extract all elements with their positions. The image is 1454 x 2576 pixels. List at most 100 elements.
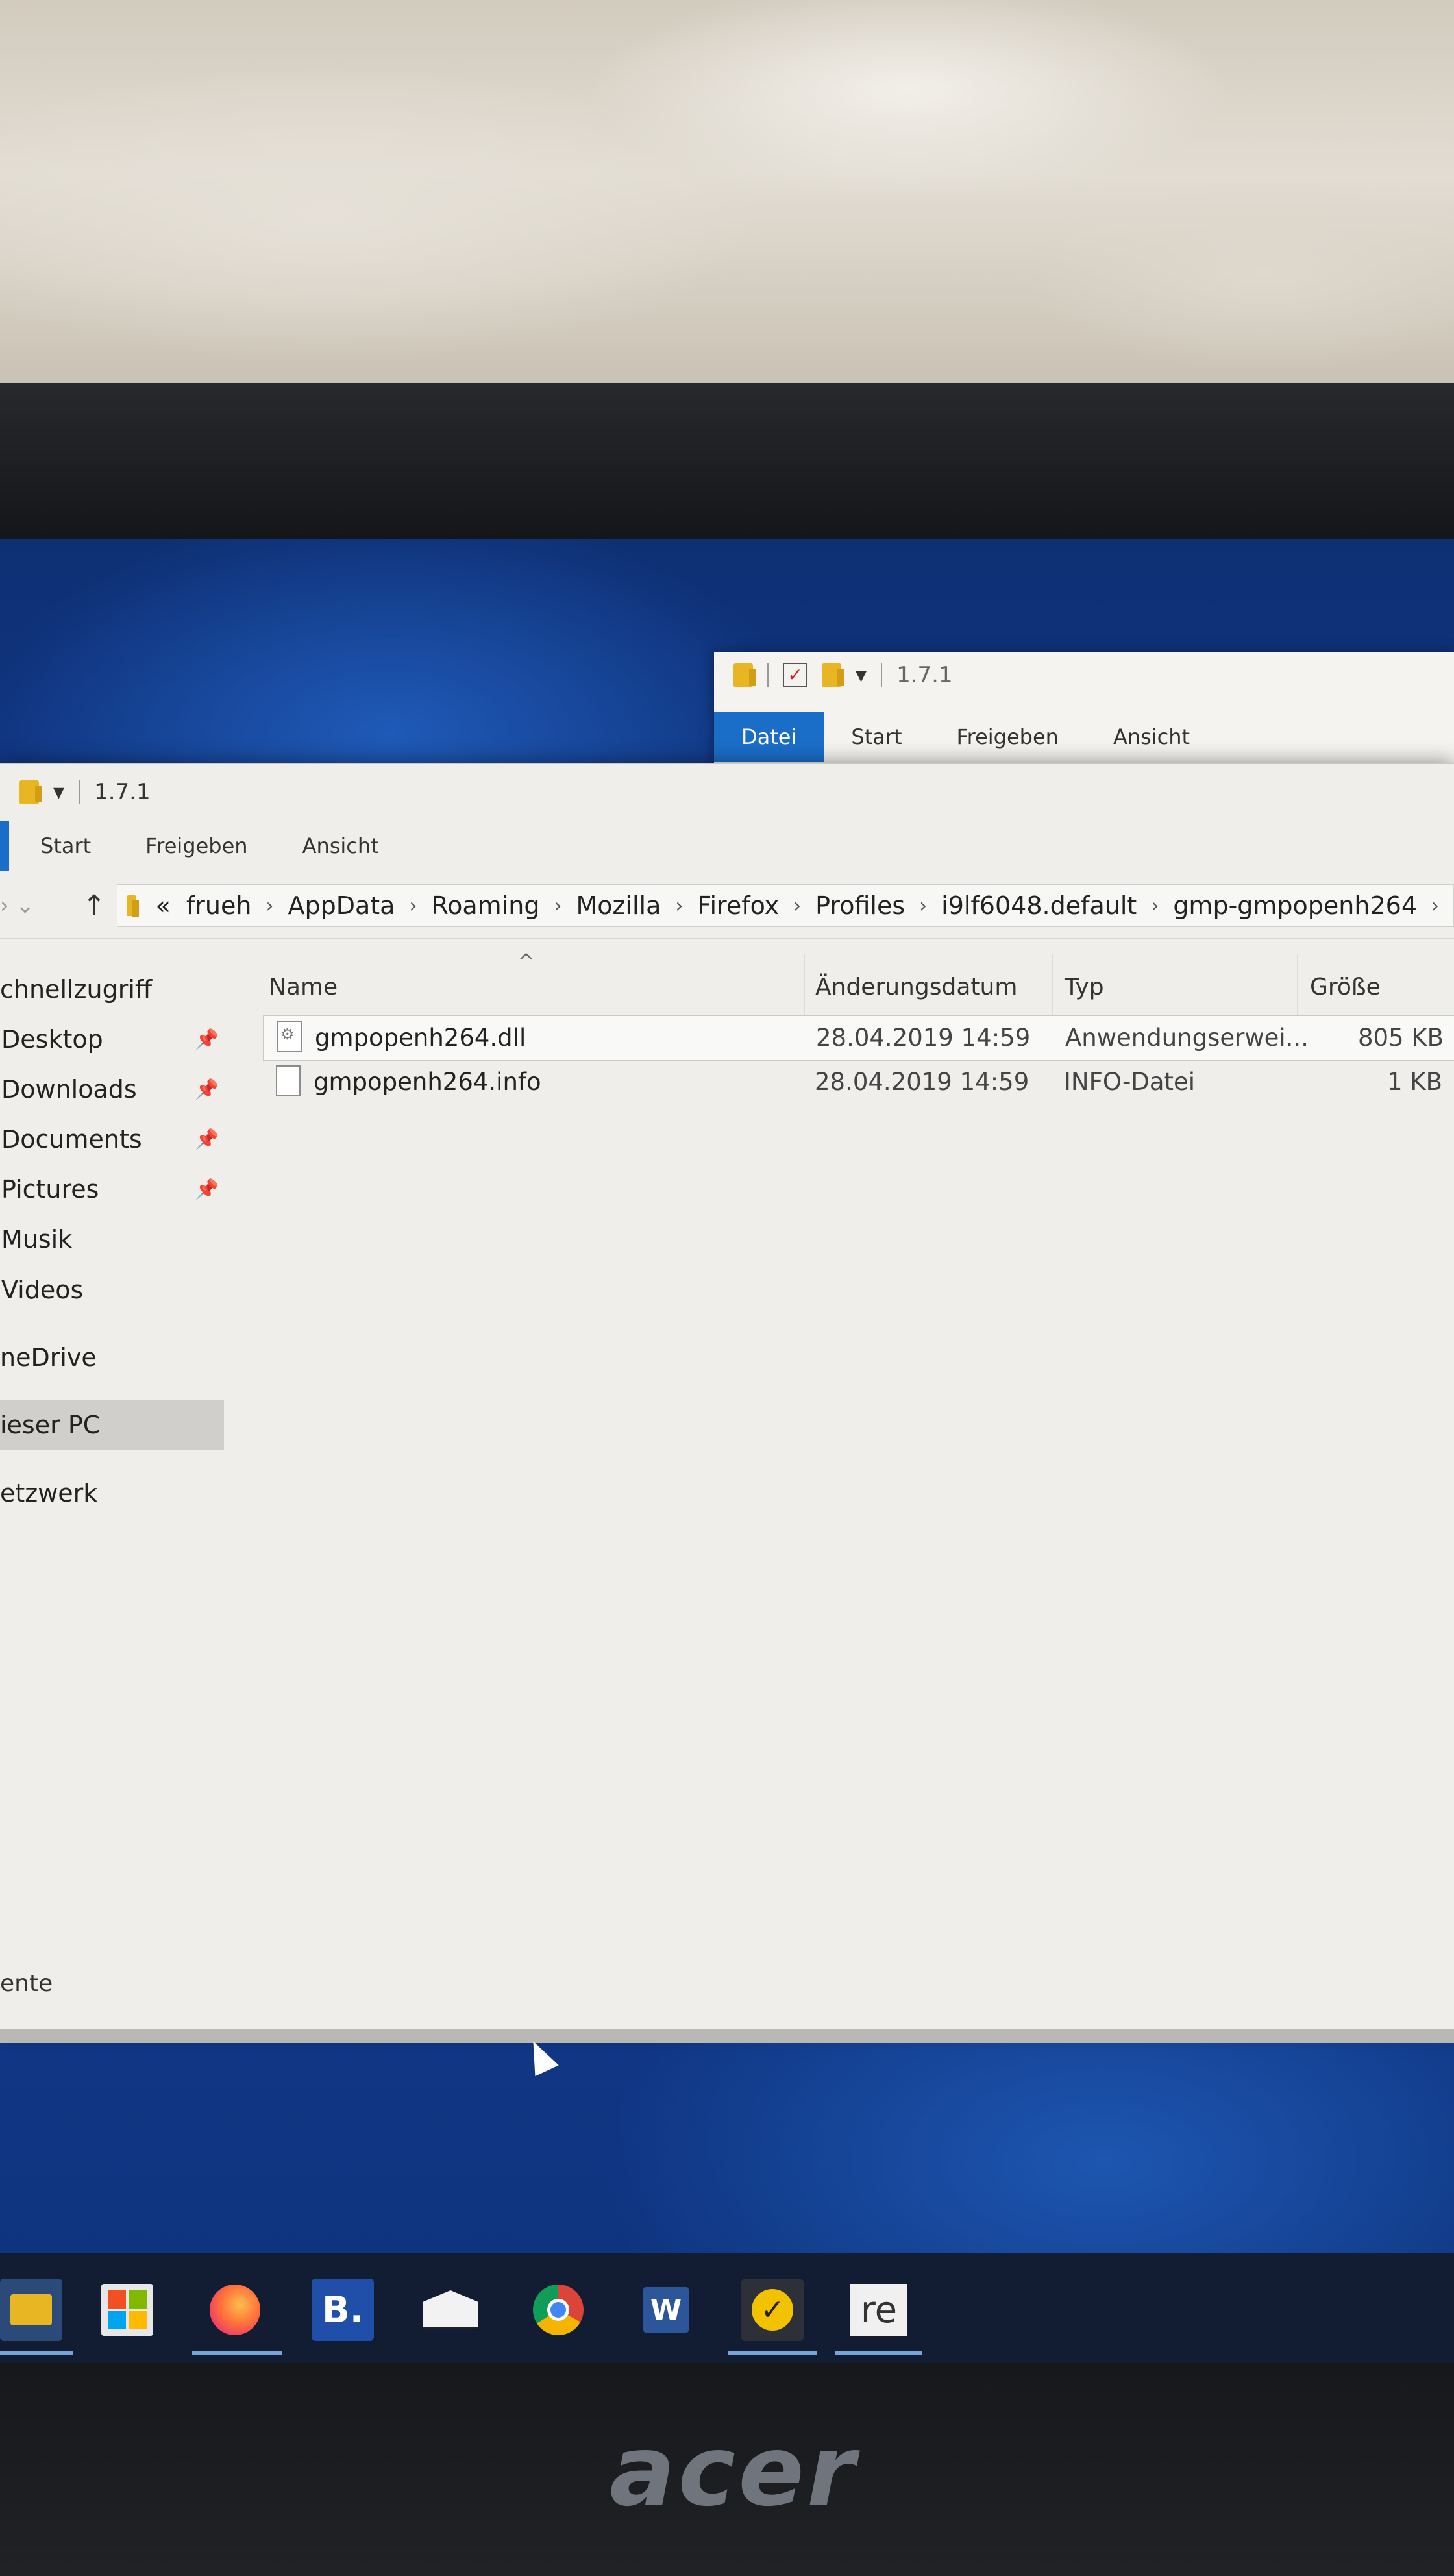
quick-access-toolbar: ▾ 1.7.1 <box>19 769 151 815</box>
norton-icon[interactable]: ✓ <box>741 2279 804 2341</box>
main-explorer-window[interactable]: ▾ 1.7.1 Start Freigeben Ansicht › ⌄ ↑ « … <box>0 763 1454 2043</box>
booking-icon[interactable]: B. <box>312 2279 374 2341</box>
nav-label: Musik <box>1 1225 73 1254</box>
file-name: gmpopenh264.info <box>314 1068 541 1096</box>
nav-label: etzwerk <box>0 1479 98 1507</box>
dropdown-arrow-icon[interactable]: ▾ <box>53 779 64 805</box>
column-divider[interactable] <box>1297 954 1298 1019</box>
nav-network[interactable]: etzwerk <box>0 1468 224 1518</box>
file-name: gmpopenh264.dll <box>315 1024 526 1052</box>
nav-onedrive[interactable]: neDrive <box>0 1333 224 1382</box>
active-indicator <box>0 2351 73 2355</box>
tab-datei[interactable]: Datei <box>714 712 824 762</box>
new-folder-icon[interactable] <box>822 663 844 687</box>
breadcrumb-profile-default[interactable]: i9lf6048.default <box>941 891 1137 920</box>
laptop-bezel-top <box>0 383 1454 858</box>
dll-file-icon <box>277 1021 302 1052</box>
nav-label: Documents <box>1 1125 142 1154</box>
breadcrumb-separator[interactable]: › <box>1417 895 1453 917</box>
generic-file-icon <box>276 1065 301 1096</box>
breadcrumb-roaming[interactable]: Roaming <box>431 891 539 920</box>
address-bar[interactable]: « frueh › AppData › Roaming › Mozilla › … <box>117 884 1454 927</box>
breadcrumb-separator[interactable]: › <box>539 895 576 917</box>
breadcrumb-separator[interactable]: › <box>661 895 697 917</box>
background-fabric <box>0 0 1454 390</box>
nav-videos[interactable]: Videos <box>0 1265 224 1315</box>
column-type[interactable]: Typ <box>1065 974 1104 1000</box>
sort-caret-icon: ^ <box>518 950 535 973</box>
properties-check-icon[interactable]: ✓ <box>783 663 807 687</box>
column-date[interactable]: Änderungsdatum <box>815 974 1017 1000</box>
breadcrumb-gmp-gmpopenh264[interactable]: gmp-gmpopenh264 <box>1173 891 1417 920</box>
nav-desktop[interactable]: Desktop 📌 <box>0 1015 224 1064</box>
address-bar-row: › ⌄ ↑ « frueh › AppData › Roaming › Mozi… <box>0 873 1454 939</box>
mail-icon[interactable] <box>419 2279 482 2341</box>
window-top-border <box>0 763 1454 764</box>
navigation-pane: chnellzugriff Desktop 📌 Downloads 📌 Docume… <box>0 971 224 2022</box>
breadcrumb-separator[interactable]: › <box>779 895 815 917</box>
nav-musik[interactable]: Musik <box>0 1215 224 1264</box>
tab-datei-edge[interactable] <box>0 821 9 871</box>
column-name[interactable]: Name <box>269 974 338 1000</box>
taskbar: B. W ✓ re <box>0 2253 1454 2363</box>
breadcrumb-appdata[interactable]: AppData <box>288 891 395 920</box>
folder-icon <box>733 663 756 687</box>
nav-documents[interactable]: Documents 📌 <box>0 1115 224 1164</box>
quick-access-toolbar: ✓ ▾ 1.7.1 <box>733 652 953 698</box>
column-divider[interactable] <box>1052 954 1053 1019</box>
breadcrumb-overflow[interactable]: « <box>156 891 186 920</box>
file-date: 28.04.2019 14:59 <box>815 1068 1029 1096</box>
file-type: INFO-Datei <box>1064 1068 1196 1096</box>
breadcrumb-mozilla[interactable]: Mozilla <box>576 891 661 920</box>
active-indicator <box>728 2351 817 2355</box>
breadcrumb-separator[interactable]: › <box>395 895 431 917</box>
tab-start[interactable]: Start <box>824 712 929 762</box>
active-indicator <box>192 2351 282 2355</box>
dropdown-arrow-icon[interactable]: ▾ <box>856 662 867 688</box>
acer-logo: acer <box>610 2415 857 2528</box>
back-forward-icon[interactable]: › ⌄ <box>0 893 71 919</box>
back-explorer-window[interactable]: ✓ ▾ 1.7.1 Datei Start Freigeben Ansicht <box>714 652 1454 766</box>
pin-icon[interactable]: 📌 <box>195 1178 219 1201</box>
firefox-icon[interactable] <box>204 2279 266 2341</box>
nav-label: neDrive <box>0 1343 97 1372</box>
breadcrumb-profiles[interactable]: Profiles <box>815 891 905 920</box>
column-size[interactable]: Größe <box>1310 974 1381 1000</box>
nav-this-pc[interactable]: ieser PC <box>0 1400 224 1450</box>
re-icon[interactable]: re <box>848 2279 910 2341</box>
nav-pictures[interactable]: Pictures 📌 <box>0 1165 224 1214</box>
nav-label: Downloads <box>1 1075 137 1104</box>
up-arrow-icon[interactable]: ↑ <box>71 889 117 923</box>
file-explorer-icon[interactable] <box>0 2279 62 2341</box>
tab-start[interactable]: Start <box>13 821 118 871</box>
tab-ansicht[interactable]: Ansicht <box>275 821 406 871</box>
file-row[interactable]: gmpopenh264.info 28.04.2019 14:59 INFO-D… <box>263 1060 1454 1104</box>
separator <box>79 780 80 804</box>
booking-label: B. <box>322 2288 364 2331</box>
nav-downloads[interactable]: Downloads 📌 <box>0 1065 224 1114</box>
pin-icon[interactable]: 📌 <box>195 1128 219 1151</box>
tab-ansicht[interactable]: Ansicht <box>1086 712 1217 762</box>
re-label: re <box>850 2284 907 2336</box>
breadcrumb-frueh[interactable]: frueh <box>186 891 252 920</box>
nav-label: Pictures <box>1 1175 99 1204</box>
ribbon-tabs: Start Freigeben Ansicht <box>13 821 406 871</box>
breadcrumb-separator[interactable]: › <box>1137 895 1173 917</box>
breadcrumb-separator[interactable]: › <box>251 895 288 917</box>
tab-freigeben[interactable]: Freigeben <box>118 821 275 871</box>
pin-icon[interactable]: 📌 <box>195 1028 219 1051</box>
store-icon[interactable] <box>96 2279 158 2341</box>
column-divider[interactable] <box>804 954 805 1019</box>
chrome-icon[interactable] <box>527 2279 589 2341</box>
breadcrumb-separator[interactable]: › <box>905 895 941 917</box>
word-icon[interactable]: W <box>635 2279 697 2341</box>
nav-label: chnellzugriff <box>0 975 153 1004</box>
tab-freigeben[interactable]: Freigeben <box>930 712 1086 762</box>
pin-icon[interactable]: 📌 <box>195 1078 219 1101</box>
file-size: 805 KB <box>1357 1024 1444 1052</box>
separator <box>881 663 883 687</box>
nav-label: ieser PC <box>0 1411 101 1439</box>
nav-quick-access[interactable]: chnellzugriff <box>0 965 224 1014</box>
breadcrumb-firefox[interactable]: Firefox <box>697 891 779 920</box>
file-row[interactable]: gmpopenh264.dll 28.04.2019 14:59 Anwendu… <box>263 1015 1454 1061</box>
